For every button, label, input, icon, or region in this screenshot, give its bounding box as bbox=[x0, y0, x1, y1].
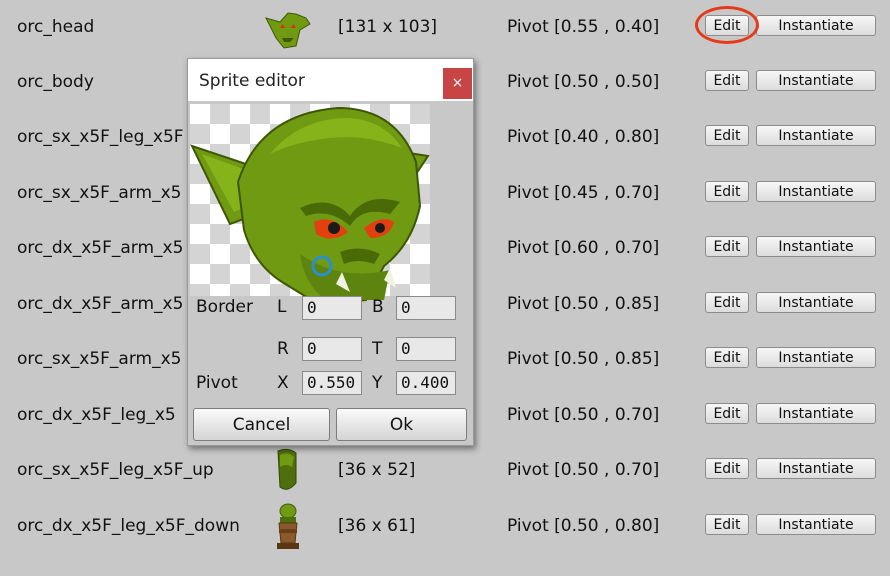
sprite-name: orc_dx_x5F_leg_x5 bbox=[17, 405, 176, 425]
dialog-titlebar[interactable]: Sprite editor × bbox=[188, 59, 473, 101]
sprite-name: orc_sx_x5F_arm_x5 bbox=[17, 183, 182, 203]
border-bottom-label: B bbox=[372, 297, 384, 317]
sprite-name: orc_sx_x5F_arm_x5 bbox=[17, 349, 182, 369]
instantiate-button[interactable]: Instantiate bbox=[756, 292, 876, 313]
sprite-pivot: Pivot [0.60 , 0.70] bbox=[507, 238, 660, 258]
instantiate-button[interactable]: Instantiate bbox=[756, 125, 876, 146]
close-button[interactable]: × bbox=[443, 68, 472, 99]
pivot-y-label: Y bbox=[372, 373, 383, 393]
border-top-field[interactable]: 0 bbox=[396, 337, 456, 361]
sprite-size: [36 x 52] bbox=[338, 460, 416, 480]
sprite-name: orc_sx_x5F_leg_x5F_up bbox=[17, 460, 214, 480]
edit-button[interactable]: Edit bbox=[705, 458, 749, 479]
edit-button[interactable]: Edit bbox=[705, 347, 749, 368]
sprite-size: [131 x 103] bbox=[338, 17, 438, 37]
instantiate-button[interactable]: Instantiate bbox=[756, 514, 876, 535]
close-icon: × bbox=[451, 75, 464, 91]
edit-button[interactable]: Edit bbox=[705, 70, 749, 91]
pivot-x-label: X bbox=[277, 373, 289, 393]
border-left-field[interactable]: 0 bbox=[302, 296, 362, 320]
edit-button[interactable]: Edit bbox=[705, 181, 749, 202]
border-right-label: R bbox=[277, 339, 289, 359]
pivot-y-field[interactable]: 0.400 bbox=[396, 371, 456, 395]
border-left-label: L bbox=[277, 297, 287, 317]
border-label: Border bbox=[196, 297, 253, 317]
edit-button[interactable]: Edit bbox=[705, 125, 749, 146]
instantiate-button[interactable]: Instantiate bbox=[756, 15, 876, 36]
sprite-pivot: Pivot [0.50 , 0.70] bbox=[507, 460, 660, 480]
orc-leg-down-icon bbox=[277, 503, 299, 549]
sprite-name: orc_dx_x5F_leg_x5F_down bbox=[17, 516, 240, 536]
sprite-name: orc_body bbox=[17, 72, 94, 92]
sprite-editor-dialog: Sprite editor × Border L 0 B 0 R 0 T 0 P… bbox=[187, 58, 474, 446]
sprite-name: orc_dx_x5F_arm_x5 bbox=[17, 294, 184, 314]
edit-button[interactable]: Edit bbox=[705, 292, 749, 313]
sprite-row: orc_sx_x5F_leg_x5F_up [36 x 52] Pivot [0… bbox=[0, 443, 890, 498]
sprite-pivot: Pivot [0.45 , 0.70] bbox=[507, 183, 660, 203]
instantiate-button[interactable]: Instantiate bbox=[756, 236, 876, 257]
border-bottom-field[interactable]: 0 bbox=[396, 296, 456, 320]
instantiate-button[interactable]: Instantiate bbox=[756, 181, 876, 202]
sprite-pivot: Pivot [0.50 , 0.85] bbox=[507, 294, 660, 314]
border-right-field[interactable]: 0 bbox=[302, 337, 362, 361]
sprite-pivot: Pivot [0.50 , 0.85] bbox=[507, 349, 660, 369]
pivot-label: Pivot bbox=[196, 373, 238, 393]
border-top-label: T bbox=[372, 339, 383, 359]
edit-button[interactable]: Edit bbox=[705, 236, 749, 257]
instantiate-button[interactable]: Instantiate bbox=[756, 458, 876, 479]
sprite-pivot: Pivot [0.50 , 0.70] bbox=[507, 405, 660, 425]
ok-button[interactable]: Ok bbox=[336, 408, 467, 441]
instantiate-button[interactable]: Instantiate bbox=[756, 403, 876, 424]
sprite-name: orc_dx_x5F_arm_x5 bbox=[17, 238, 184, 258]
pivot-x-field[interactable]: 0.550 bbox=[302, 371, 362, 395]
edit-button[interactable]: Edit bbox=[705, 403, 749, 424]
edit-button[interactable]: Edit bbox=[705, 514, 749, 535]
orc-leg-up-icon bbox=[277, 448, 297, 490]
sprite-name: orc_sx_x5F_leg_x5F bbox=[17, 127, 184, 147]
sprite-name: orc_head bbox=[17, 17, 95, 37]
dialog-title: Sprite editor bbox=[199, 71, 305, 91]
sprite-preview bbox=[190, 104, 430, 304]
edit-button-highlight-circle bbox=[695, 6, 759, 44]
sprite-pivot: Pivot [0.50 , 0.80] bbox=[507, 516, 660, 536]
sprite-row-orc-head: orc_head [131 x 103] Pivot [0.55 , 0.40]… bbox=[0, 0, 890, 55]
sprite-pivot: Pivot [0.55 , 0.40] bbox=[507, 17, 660, 37]
sprite-row: orc_dx_x5F_leg_x5F_down [36 x 61] Pivot … bbox=[0, 499, 890, 554]
orc-head-sprite-image bbox=[190, 106, 430, 304]
instantiate-button[interactable]: Instantiate bbox=[756, 70, 876, 91]
instantiate-button[interactable]: Instantiate bbox=[756, 347, 876, 368]
cancel-button[interactable]: Cancel bbox=[193, 408, 330, 441]
sprite-size: [36 x 61] bbox=[338, 516, 416, 536]
sprite-pivot: Pivot [0.40 , 0.80] bbox=[507, 127, 660, 147]
orc-head-icon bbox=[265, 12, 311, 49]
sprite-pivot: Pivot [0.50 , 0.50] bbox=[507, 72, 660, 92]
